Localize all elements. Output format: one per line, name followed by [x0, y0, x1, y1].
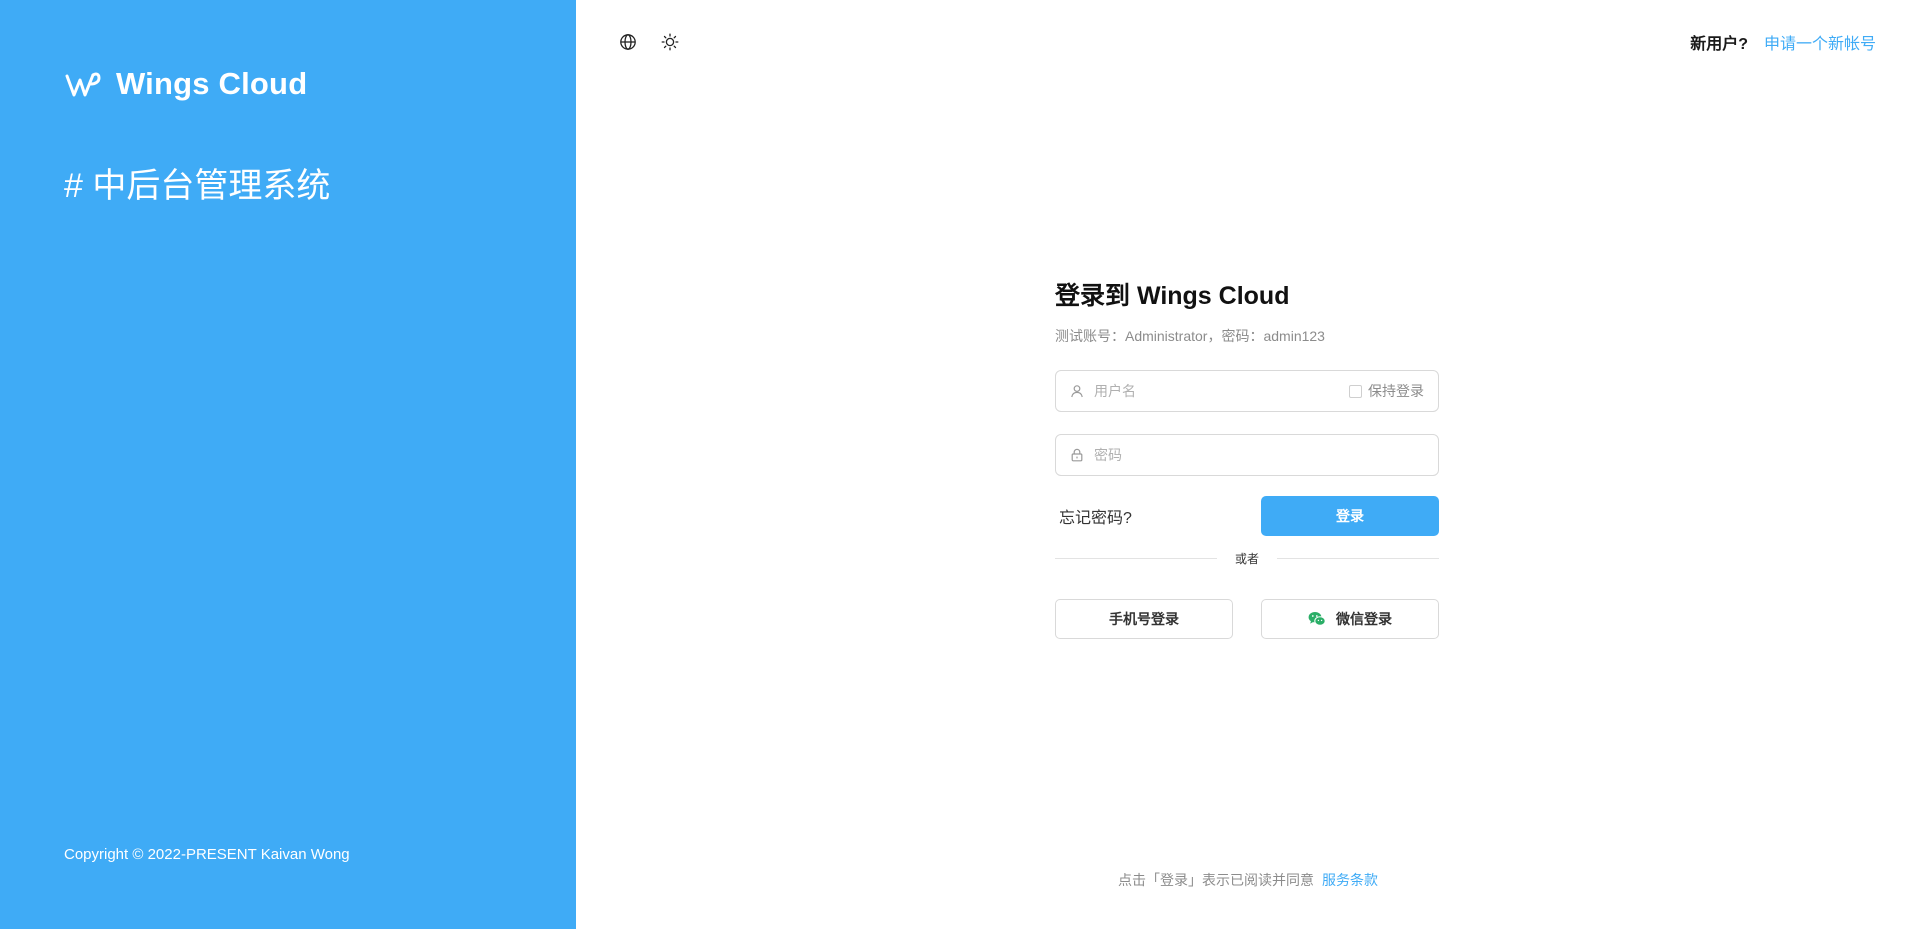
- remember-me-checkbox[interactable]: [1349, 384, 1362, 398]
- terms-text: 点击「登录」表示已阅读并同意: [1118, 872, 1314, 888]
- language-switch-button[interactable]: [616, 30, 640, 54]
- divider-line-right: [1277, 558, 1440, 559]
- user-icon: [1071, 385, 1083, 398]
- copyright-text: Copyright © 2022-PRESENT Kaivan Wong: [64, 846, 350, 863]
- login-actions: 忘记密码? 登录: [1055, 496, 1439, 536]
- signup-link[interactable]: 申请一个新帐号: [1764, 30, 1876, 54]
- top-toolbar: [616, 30, 682, 54]
- phone-login-button[interactable]: 手机号登录: [1055, 599, 1233, 639]
- lock-icon: [1071, 448, 1083, 462]
- brand-name: Wings Cloud: [116, 66, 308, 101]
- wings-logo-icon: [65, 72, 101, 97]
- terms-of-service-link[interactable]: 服务条款: [1322, 872, 1378, 888]
- username-field: 保持登录: [1055, 370, 1439, 412]
- globe-icon: [620, 34, 636, 50]
- remember-me-label: 保持登录: [1368, 383, 1424, 399]
- or-divider: 或者: [1055, 550, 1440, 567]
- wechat-icon: [1308, 612, 1326, 626]
- password-field: [1055, 434, 1439, 476]
- wechat-login-label: 微信登录: [1336, 611, 1392, 627]
- test-account-hint: 测试账号：Administrator，密码：admin123: [1055, 328, 1325, 344]
- brand-panel: Wings Cloud # 中后台管理系统 Copyright © 2022-P…: [0, 0, 576, 929]
- login-title: 登录到 Wings Cloud: [1055, 282, 1290, 310]
- divider-line-left: [1055, 558, 1217, 559]
- login-button[interactable]: 登录: [1261, 496, 1439, 536]
- alternative-logins: 手机号登录 微信登录: [1055, 599, 1439, 639]
- divider-text: 或者: [1235, 552, 1260, 566]
- forgot-password-link[interactable]: 忘记密码?: [1055, 504, 1132, 528]
- username-input[interactable]: [1092, 382, 1349, 400]
- password-input[interactable]: [1092, 446, 1424, 464]
- remember-me-toggle[interactable]: 保持登录: [1349, 381, 1424, 401]
- wechat-login-button[interactable]: 微信登录: [1261, 599, 1439, 639]
- sun-icon: [661, 33, 679, 51]
- phone-login-label: 手机号登录: [1109, 611, 1179, 627]
- theme-toggle-button[interactable]: [658, 30, 682, 54]
- login-panel: 新用户? 申请一个新帐号 登录到 Wings Cloud 测试账号：Admini…: [576, 0, 1920, 929]
- terms-notice: 点击「登录」表示已阅读并同意 服务条款: [576, 870, 1920, 890]
- signup-area: 新用户? 申请一个新帐号: [1690, 30, 1876, 54]
- new-user-label: 新用户?: [1690, 36, 1748, 53]
- login-form: 登录到 Wings Cloud 测试账号：Administrator，密码：ad…: [1055, 278, 1440, 639]
- brand: Wings Cloud: [64, 66, 307, 102]
- brand-slogan: # 中后台管理系统: [64, 167, 331, 205]
